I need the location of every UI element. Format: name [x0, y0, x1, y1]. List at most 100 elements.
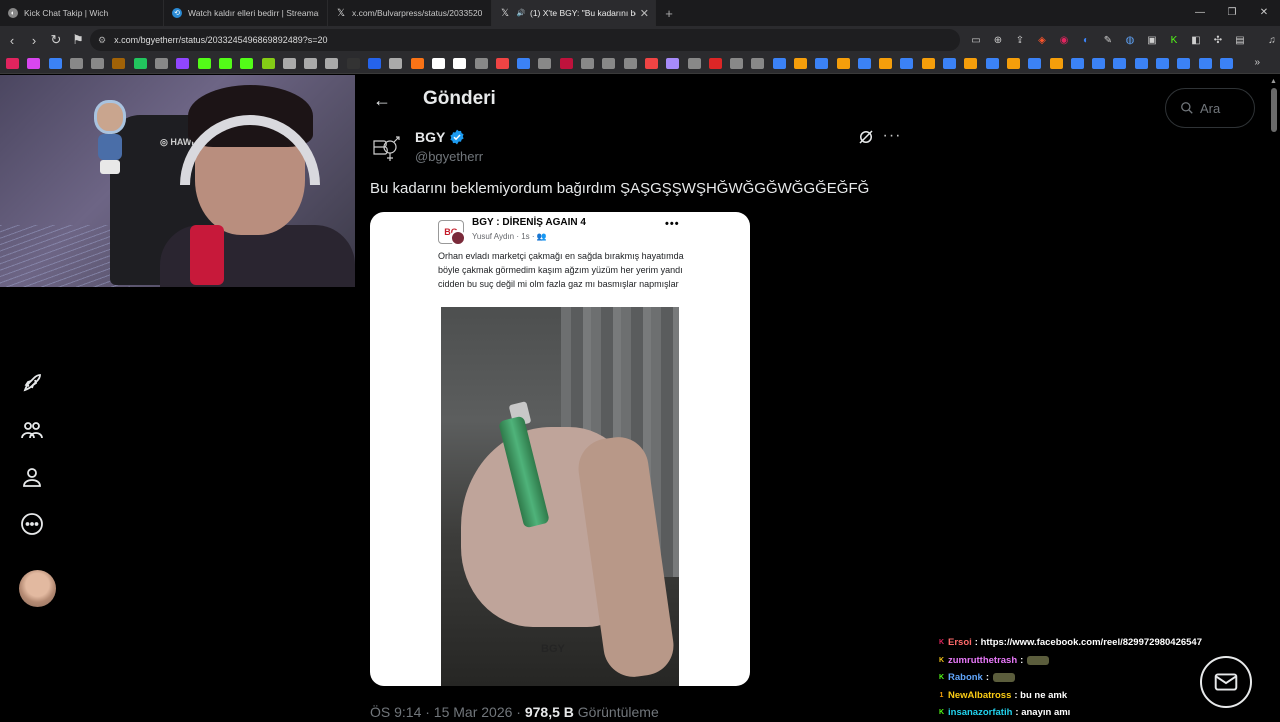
extension-icon[interactable]: ◐: [1075, 35, 1097, 46]
extension-icon[interactable]: ◍: [1119, 35, 1141, 46]
bookmark-favicon-icon[interactable]: [581, 58, 595, 69]
bookmark-favicon-icon[interactable]: [793, 58, 807, 69]
reload-icon[interactable]: ↻: [46, 32, 66, 48]
author-name[interactable]: BGY: [415, 129, 465, 145]
zoom-icon[interactable]: ⊕: [987, 35, 1009, 46]
bookmark-favicon-icon[interactable]: [176, 58, 190, 69]
restore-icon[interactable]: ❐: [1216, 0, 1248, 26]
back-nav-icon[interactable]: ‹: [2, 33, 22, 48]
bookmark-favicon-icon[interactable]: [112, 58, 126, 69]
browser-tab-3[interactable]: 𝕏 🔊 (1) X'te BGY: "Bu kadarını bekl ✕: [492, 0, 656, 26]
extension-icon[interactable]: ◧: [1185, 35, 1207, 46]
share-icon[interactable]: ⇪: [1009, 35, 1031, 46]
back-arrow-icon[interactable]: ←: [370, 88, 394, 112]
bookmark-favicon-icon[interactable]: [325, 58, 339, 69]
bookmark-favicon-icon[interactable]: [495, 58, 509, 69]
bookmark-favicon-icon[interactable]: [453, 58, 467, 69]
extension-icon[interactable]: K: [1163, 35, 1185, 46]
tweet-media-image[interactable]: BG BGY : DİRENİŞ AGAIN 4 Yusuf Aydın · 1…: [370, 212, 750, 686]
bookmark-favicon-icon[interactable]: [27, 58, 41, 69]
tab-close-icon[interactable]: ✕: [635, 6, 649, 20]
bookmark-favicon-icon[interactable]: [1177, 58, 1191, 69]
bookmark-favicon-icon[interactable]: [389, 58, 403, 69]
bookmark-favicon-icon[interactable]: [1092, 58, 1106, 69]
bookmark-favicon-icon[interactable]: [240, 58, 254, 69]
bookmark-favicon-icon[interactable]: [474, 58, 488, 69]
nav-more-icon[interactable]: [18, 510, 46, 538]
new-tab-icon[interactable]: +: [660, 6, 678, 21]
bookmark-favicon-icon[interactable]: [133, 58, 147, 69]
bookmark-favicon-icon[interactable]: [751, 58, 765, 69]
scroll-up-icon[interactable]: ▲: [1270, 78, 1277, 85]
bookmark-favicon-icon[interactable]: [943, 58, 957, 69]
bookmark-favicon-icon[interactable]: [708, 58, 722, 69]
grok-icon[interactable]: [857, 128, 875, 146]
bookmark-favicon-icon[interactable]: [1134, 58, 1148, 69]
nav-communities-icon[interactable]: [18, 416, 46, 444]
bookmark-favicon-icon[interactable]: [666, 58, 680, 69]
browser-tab-0[interactable]: ◐ Kick Chat Takip | Wich: [0, 0, 164, 26]
bookmark-favicon-icon[interactable]: [857, 58, 871, 69]
bookmark-page-icon[interactable]: ⚑: [68, 32, 88, 48]
extension-icon[interactable]: ▣: [1141, 35, 1163, 46]
bookmark-favicon-icon[interactable]: [1113, 58, 1127, 69]
account-avatar[interactable]: [19, 570, 56, 607]
extensions-puzzle-icon[interactable]: ✣: [1207, 35, 1229, 46]
bookmark-favicon-icon[interactable]: [538, 58, 552, 69]
bookmark-favicon-icon[interactable]: [985, 58, 999, 69]
bookmark-favicon-icon[interactable]: [69, 58, 83, 69]
bookmark-favicon-icon[interactable]: [879, 58, 893, 69]
bookmark-favicon-icon[interactable]: [517, 58, 531, 69]
page-scrollbar[interactable]: [1271, 88, 1277, 132]
bookmark-favicon-icon[interactable]: [1070, 58, 1084, 69]
author-avatar[interactable]: [371, 133, 403, 165]
nav-grok-rocket-icon[interactable]: [18, 369, 46, 397]
audio-playing-icon[interactable]: 🔊: [516, 8, 526, 18]
bookmark-favicon-icon[interactable]: [304, 58, 318, 69]
bookmark-favicon-icon[interactable]: [1156, 58, 1170, 69]
more-options-icon[interactable]: ···: [882, 126, 902, 146]
bookmark-favicon-icon[interactable]: [1198, 58, 1212, 69]
bookmark-favicon-icon[interactable]: [1028, 58, 1042, 69]
bookmark-favicon-icon[interactable]: [346, 58, 360, 69]
bookmark-favicon-icon[interactable]: [900, 58, 914, 69]
close-window-icon[interactable]: ✕: [1248, 0, 1280, 26]
cast-icon[interactable]: ▭: [965, 35, 987, 46]
bookmark-favicon-icon[interactable]: [559, 58, 573, 69]
bookmark-favicon-icon[interactable]: [964, 58, 978, 69]
browser-tab-2[interactable]: 𝕏 x.com/Bulvarpress/status/20335201...: [328, 0, 492, 26]
minimize-icon[interactable]: —: [1184, 0, 1216, 26]
messages-button[interactable]: [1200, 656, 1252, 708]
bookmark-favicon-icon[interactable]: [921, 58, 935, 69]
media-icon[interactable]: ♫: [1261, 35, 1280, 46]
extension-icon[interactable]: ✎: [1097, 35, 1119, 46]
site-info-icon[interactable]: ⚙: [98, 35, 106, 46]
bookmark-favicon-icon[interactable]: [218, 58, 232, 69]
bookmark-favicon-icon[interactable]: [48, 58, 62, 69]
bookmark-favicon-icon[interactable]: [197, 58, 211, 69]
bookmark-favicon-icon[interactable]: [431, 58, 445, 69]
bookmark-favicon-icon[interactable]: [602, 58, 616, 69]
bookmark-favicon-icon[interactable]: [730, 58, 744, 69]
bookmark-favicon-icon[interactable]: [6, 58, 19, 69]
sidebar-icon[interactable]: ▤: [1229, 35, 1251, 46]
bookmark-favicon-icon[interactable]: [687, 58, 701, 69]
nav-profile-icon[interactable]: [18, 463, 46, 491]
bookmark-favicon-icon[interactable]: [410, 58, 424, 69]
bookmark-favicon-icon[interactable]: [261, 58, 275, 69]
extension-icon[interactable]: ◉: [1053, 35, 1075, 46]
author-handle[interactable]: @bgyetherr: [415, 149, 483, 164]
forward-nav-icon[interactable]: ›: [24, 33, 44, 48]
browser-tab-1[interactable]: ⟲ Watch kaldır elleri bedirr | Streamabl…: [164, 0, 328, 26]
bookmark-favicon-icon[interactable]: [836, 58, 850, 69]
bookmark-favicon-icon[interactable]: [155, 58, 169, 69]
bookmark-favicon-icon[interactable]: [623, 58, 637, 69]
url-field[interactable]: ⚙ x.com/bgyetherr/status/203324549686989…: [90, 29, 960, 51]
bookmark-favicon-icon[interactable]: [1219, 58, 1233, 69]
tweet-timestamp[interactable]: ÖS 9:14 · 15 Mar 2026 ·: [370, 704, 525, 720]
bookmark-favicon-icon[interactable]: [1049, 58, 1063, 69]
bookmark-favicon-icon[interactable]: [91, 58, 105, 69]
bookmark-favicon-icon[interactable]: [282, 58, 296, 69]
bookmark-favicon-icon[interactable]: [368, 58, 382, 69]
bookmark-favicon-icon[interactable]: [1006, 58, 1020, 69]
